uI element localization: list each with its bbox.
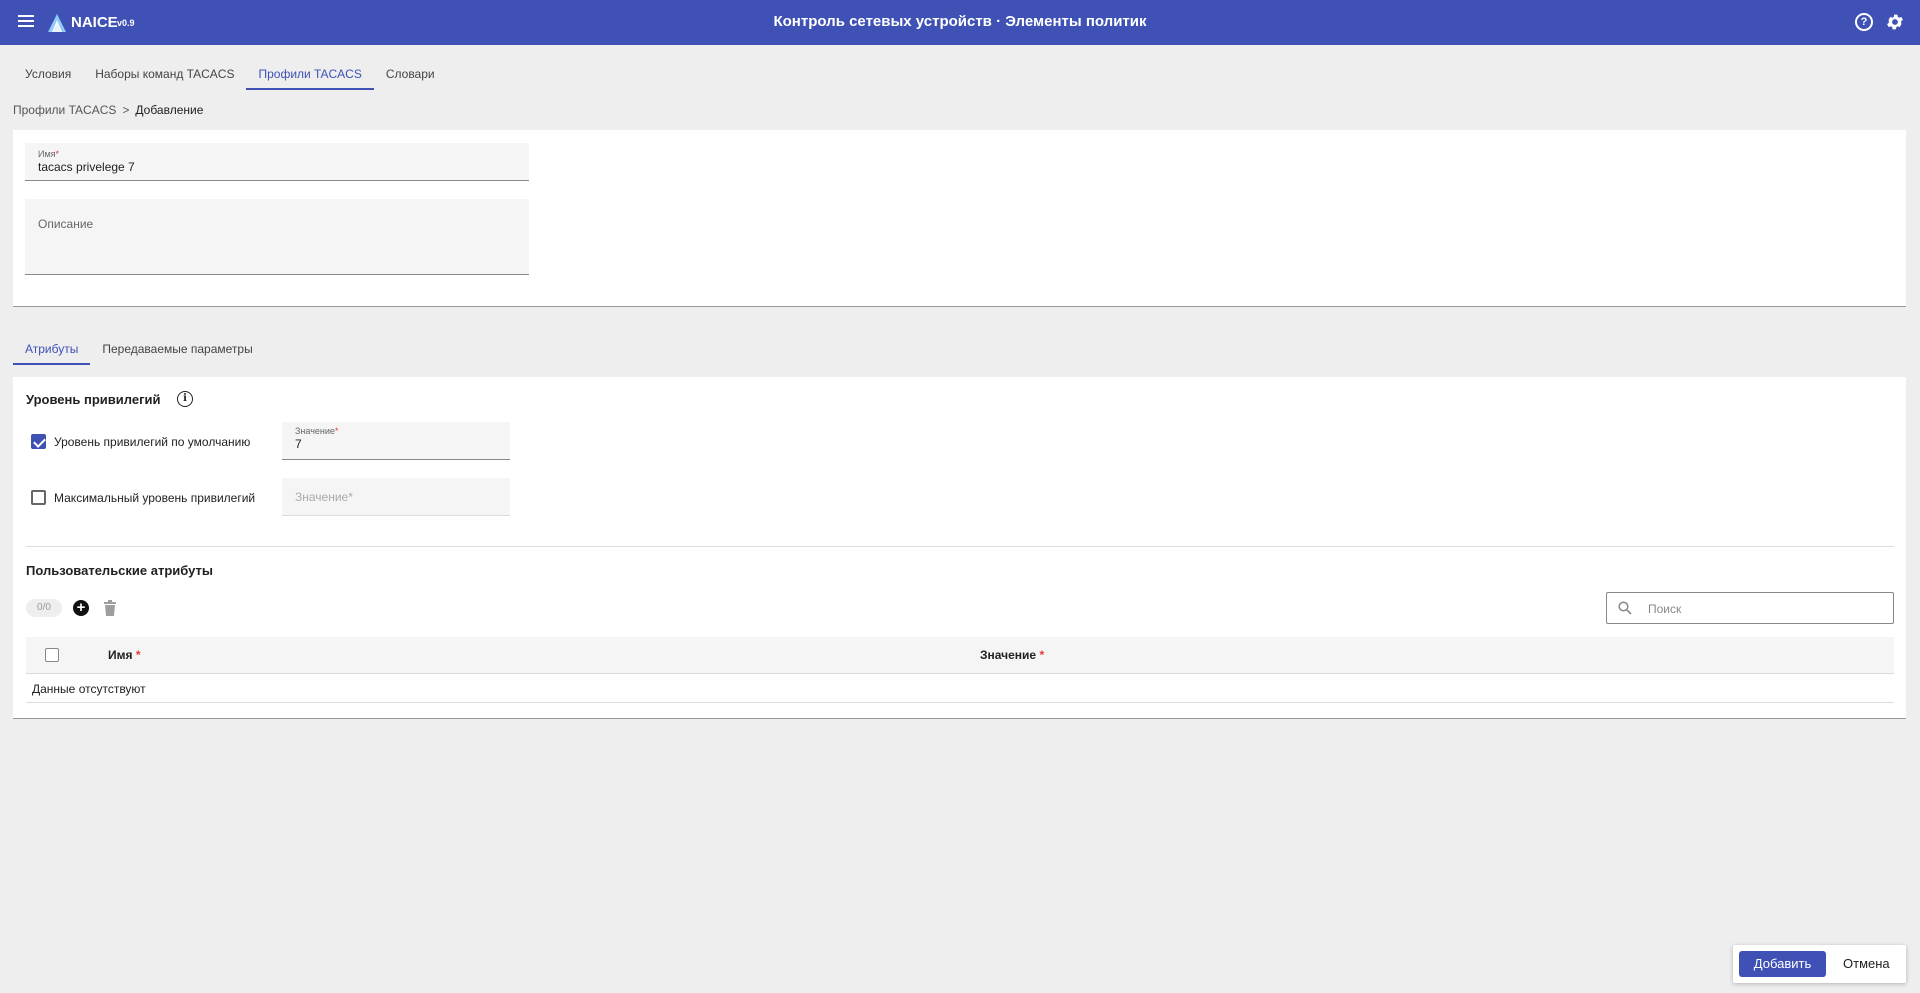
naice-logo-icon	[48, 14, 66, 32]
help-icon[interactable]: ?	[1855, 13, 1873, 31]
breadcrumb-current: Добавление	[135, 103, 204, 117]
app-header: NAICE v0.9 Контроль сетевых устройств · …	[0, 0, 1920, 45]
breadcrumb: Профили TACACS > Добавление	[13, 103, 203, 117]
delete-icon[interactable]	[103, 600, 117, 616]
description-field-label: Описание	[38, 217, 94, 231]
app-version: v0.9	[117, 18, 135, 28]
privilege-level-title: Уровень привилегий	[26, 392, 161, 407]
default-privilege-value-label: Значение*	[295, 426, 339, 436]
tab-conditions[interactable]: Условия	[13, 58, 83, 90]
select-all-checkbox[interactable]	[45, 648, 59, 662]
tab-attributes[interactable]: Атрибуты	[13, 333, 91, 365]
profile-form-card: Имя* tacacs privelege 7 Описание	[13, 130, 1906, 307]
max-privilege-label: Максимальный уровень привилегий	[54, 491, 256, 505]
tab-transmitted-parameters[interactable]: Передаваемые параметры	[90, 333, 264, 365]
description-field[interactable]: Описание	[25, 199, 529, 275]
default-privilege-value-field[interactable]: Значение* 7	[282, 422, 510, 460]
submit-button[interactable]: Добавить	[1739, 951, 1826, 977]
info-icon[interactable]: i	[177, 391, 193, 407]
gear-icon[interactable]	[1885, 12, 1905, 32]
search-placeholder: Поиск	[1648, 602, 1682, 616]
max-privilege-value-field[interactable]: Значение*	[282, 478, 510, 516]
column-header-name[interactable]: Имя *	[108, 648, 141, 662]
form-actions: Добавить Отмена	[1733, 945, 1906, 983]
search-input[interactable]: Поиск	[1606, 592, 1894, 624]
add-attribute-button[interactable]: +	[73, 600, 89, 616]
empty-state-text: Данные отсутствуют	[32, 682, 146, 696]
selection-counter: 0/0	[26, 599, 62, 617]
attributes-table-header: Имя * Значение *	[26, 637, 1894, 674]
custom-attributes-title: Пользовательские атрибуты	[26, 563, 214, 578]
menu-icon[interactable]	[16, 12, 36, 32]
tab-dictionaries[interactable]: Словари	[374, 58, 447, 90]
max-privilege-value-placeholder: Значение*	[295, 490, 353, 504]
cancel-button[interactable]: Отмена	[1843, 951, 1890, 977]
attributes-card: Уровень привилегий i Уровень привилегий …	[13, 377, 1906, 719]
attribute-tabs: Атрибуты Передаваемые параметры	[13, 333, 265, 365]
app-brand: NAICE	[71, 14, 118, 31]
default-privilege-checkbox[interactable]	[31, 434, 46, 449]
tab-tacacs-profiles[interactable]: Профили TACACS	[246, 58, 374, 90]
name-field-value: tacacs privelege 7	[38, 160, 135, 174]
column-header-value[interactable]: Значение *	[980, 648, 1044, 662]
section-divider	[26, 546, 1894, 547]
name-field[interactable]: Имя* tacacs privelege 7	[25, 143, 529, 181]
tab-tacacs-command-sets[interactable]: Наборы команд TACACS	[83, 58, 246, 90]
table-empty-row: Данные отсутствуют	[26, 674, 1894, 703]
search-icon	[1618, 601, 1632, 615]
max-privilege-checkbox[interactable]	[31, 490, 46, 505]
breadcrumb-separator: >	[122, 103, 130, 117]
breadcrumb-parent-link[interactable]: Профили TACACS	[13, 103, 116, 117]
section-tabs: Условия Наборы команд TACACS Профили TAC…	[13, 58, 447, 90]
default-privilege-label: Уровень привилегий по умолчанию	[54, 435, 251, 449]
default-privilege-value: 7	[295, 437, 302, 451]
name-field-label: Имя*	[38, 149, 60, 159]
page-title: Контроль сетевых устройств · Элементы по…	[773, 13, 1147, 30]
